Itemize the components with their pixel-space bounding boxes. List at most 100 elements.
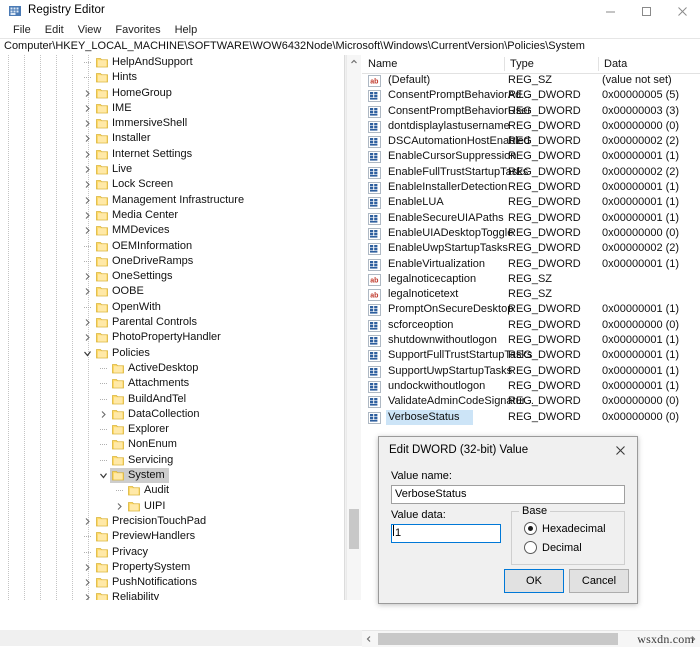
tree-item-immersiveshell[interactable]: ImmersiveShell xyxy=(0,116,330,131)
chevron-right-icon[interactable] xyxy=(83,150,92,159)
column-header-type[interactable]: Type xyxy=(510,58,534,70)
tree-item-explorer[interactable]: Explorer xyxy=(0,422,330,437)
hscroll-thumb[interactable] xyxy=(378,633,618,645)
tree-item-internet-settings[interactable]: Internet Settings xyxy=(0,147,330,162)
tree-item-previewhandlers[interactable]: PreviewHandlers xyxy=(0,529,330,544)
tree-item-onesettings[interactable]: OneSettings xyxy=(0,269,330,284)
chevron-right-icon[interactable] xyxy=(83,119,92,128)
value-row[interactable]: ConsentPromptBehaviorAd... REG_DWORD 0x000… xyxy=(362,88,700,103)
chevron-down-icon[interactable] xyxy=(83,349,92,358)
menu-edit[interactable]: Edit xyxy=(38,22,71,38)
menu-help[interactable]: Help xyxy=(168,22,205,38)
tree-item-oeminformation[interactable]: OEMInformation xyxy=(0,239,330,254)
chevron-right-icon[interactable] xyxy=(83,196,92,205)
value-row[interactable]: EnableCursorSuppression REG_DWORD 0x000000… xyxy=(362,149,700,164)
chevron-right-icon[interactable] xyxy=(83,517,92,526)
value-row[interactable]: EnableUwpStartupTasks REG_DWORD 0x00000002… xyxy=(362,241,700,256)
tree-item-uipi[interactable]: UIPI xyxy=(0,499,330,514)
tree-item-datacollection[interactable]: DataCollection xyxy=(0,407,330,422)
value-row[interactable]: EnableFullTrustStartupTasks REG_DWORD 0x00… xyxy=(362,165,700,180)
tree-item-live[interactable]: Live xyxy=(0,162,330,177)
column-divider[interactable] xyxy=(598,57,599,71)
value-row[interactable]: undockwithoutlogon REG_DWORD 0x00000001 (1… xyxy=(362,379,700,394)
value-row[interactable]: EnableVirtualization REG_DWORD 0x00000001 … xyxy=(362,257,700,272)
value-row[interactable]: ab legalnoticecaption REG_SZ xyxy=(362,272,700,287)
menu-favorites[interactable]: Favorites xyxy=(108,22,167,38)
tree-item-homegroup[interactable]: HomeGroup xyxy=(0,86,330,101)
chevron-right-icon[interactable] xyxy=(83,318,92,327)
tree-item-openwith[interactable]: OpenWith xyxy=(0,300,330,315)
address-bar[interactable]: Computer\HKEY_LOCAL_MACHINE\SOFTWARE\WOW… xyxy=(0,38,700,56)
tree-item-helpandsupport[interactable]: HelpAndSupport xyxy=(0,55,330,70)
value-row[interactable]: EnableUIADesktopToggle REG_DWORD 0x0000000… xyxy=(362,226,700,241)
value-row[interactable]: EnableSecureUIAPaths REG_DWORD 0x00000001 … xyxy=(362,211,700,226)
chevron-right-icon[interactable] xyxy=(99,410,108,419)
tree-item-privacy[interactable]: Privacy xyxy=(0,545,330,560)
chevron-down-icon[interactable] xyxy=(99,471,108,480)
menu-file[interactable]: File xyxy=(6,22,38,38)
close-button[interactable] xyxy=(664,0,700,22)
tree-item-policies[interactable]: Policies xyxy=(0,346,330,361)
tree-item-media-center[interactable]: Media Center xyxy=(0,208,330,223)
scroll-up-arrow[interactable] xyxy=(347,55,361,69)
chevron-right-icon[interactable] xyxy=(115,502,124,511)
tree-item-photopropertyhandler[interactable]: PhotoPropertyHandler xyxy=(0,330,330,345)
tree-item-propertysystem[interactable]: PropertySystem xyxy=(0,560,330,575)
chevron-right-icon[interactable] xyxy=(83,89,92,98)
tree-item-audit[interactable]: Audit xyxy=(0,483,330,498)
tree-item-pushnotifications[interactable]: PushNotifications xyxy=(0,575,330,590)
value-row[interactable]: PromptOnSecureDesktop REG_DWORD 0x00000001… xyxy=(362,302,700,317)
value-row[interactable]: ConsentPromptBehaviorUser REG_DWORD 0x0000… xyxy=(362,104,700,119)
menu-view[interactable]: View xyxy=(71,22,109,38)
tree-item-precisiontouchpad[interactable]: PrecisionTouchPad xyxy=(0,514,330,529)
value-row[interactable]: dontdisplaylastusername REG_DWORD 0x000000… xyxy=(362,119,700,134)
registry-tree-pane[interactable]: HelpAndSupport Hints HomeGroup IME Immersive… xyxy=(0,55,345,630)
ok-button[interactable]: OK xyxy=(504,569,564,593)
value-row[interactable]: shutdownwithoutlogon REG_DWORD 0x00000001 … xyxy=(362,333,700,348)
tree-item-activedesktop[interactable]: ActiveDesktop xyxy=(0,361,330,376)
tree-item-installer[interactable]: Installer xyxy=(0,131,330,146)
tree-item-hints[interactable]: Hints xyxy=(0,70,330,85)
chevron-right-icon[interactable] xyxy=(83,104,92,113)
tree-item-nonenum[interactable]: NonEnum xyxy=(0,437,330,452)
column-divider[interactable] xyxy=(504,57,505,71)
value-row[interactable]: SupportUwpStartupTasks REG_DWORD 0x0000000… xyxy=(362,364,700,379)
cancel-button[interactable]: Cancel xyxy=(569,569,629,593)
tree-item-parental-controls[interactable]: Parental Controls xyxy=(0,315,330,330)
scroll-left-arrow[interactable] xyxy=(362,631,376,647)
value-row[interactable]: SupportFullTrustStartupTasks REG_DWORD 0x0… xyxy=(362,348,700,363)
chevron-right-icon[interactable] xyxy=(83,578,92,587)
chevron-right-icon[interactable] xyxy=(83,287,92,296)
tree-item-lock-screen[interactable]: Lock Screen xyxy=(0,177,330,192)
tree-item-onedriveramps[interactable]: OneDriveRamps xyxy=(0,254,330,269)
value-data-input[interactable]: 1 xyxy=(391,524,501,543)
tree-item-management-infrastructure[interactable]: Management Infrastructure xyxy=(0,193,330,208)
maximize-button[interactable] xyxy=(628,0,664,22)
tree-item-attachments[interactable]: Attachments xyxy=(0,376,330,391)
chevron-right-icon[interactable] xyxy=(83,165,92,174)
registry-tree[interactable]: HelpAndSupport Hints HomeGroup IME Immersive… xyxy=(0,55,330,630)
value-row[interactable]: EnableInstallerDetection REG_DWORD 0x00000… xyxy=(362,180,700,195)
values-list[interactable]: ab (Default) REG_SZ (value not set) ConsentP… xyxy=(362,73,700,425)
column-header-data[interactable]: Data xyxy=(604,58,627,70)
value-row[interactable]: VerboseStatus REG_DWORD 0x00000000 (0) xyxy=(362,409,700,425)
tree-item-buildandtel[interactable]: BuildAndTel xyxy=(0,392,330,407)
value-name-input[interactable]: VerboseStatus xyxy=(391,485,625,504)
dialog-close-icon[interactable] xyxy=(603,437,637,463)
chevron-right-icon[interactable] xyxy=(83,226,92,235)
chevron-right-icon[interactable] xyxy=(83,134,92,143)
value-row[interactable]: ab legalnoticetext REG_SZ xyxy=(362,287,700,302)
column-header-name[interactable]: Name xyxy=(368,58,397,70)
tree-item-mmdevices[interactable]: MMDevices xyxy=(0,223,330,238)
value-row[interactable]: ab (Default) REG_SZ (value not set) xyxy=(362,73,700,88)
radio-decimal[interactable]: Decimal xyxy=(524,541,582,554)
radio-hexadecimal[interactable]: Hexadecimal xyxy=(524,522,606,535)
tree-item-ime[interactable]: IME xyxy=(0,101,330,116)
value-row[interactable]: DSCAutomationHostEnabled REG_DWORD 0x00000… xyxy=(362,134,700,149)
chevron-right-icon[interactable] xyxy=(83,333,92,342)
tree-item-servicing[interactable]: Servicing xyxy=(0,453,330,468)
chevron-right-icon[interactable] xyxy=(83,211,92,220)
tree-scroll-thumb[interactable] xyxy=(349,509,359,549)
value-row[interactable]: EnableLUA REG_DWORD 0x00000001 (1) xyxy=(362,195,700,210)
tree-item-oobe[interactable]: OOBE xyxy=(0,284,330,299)
